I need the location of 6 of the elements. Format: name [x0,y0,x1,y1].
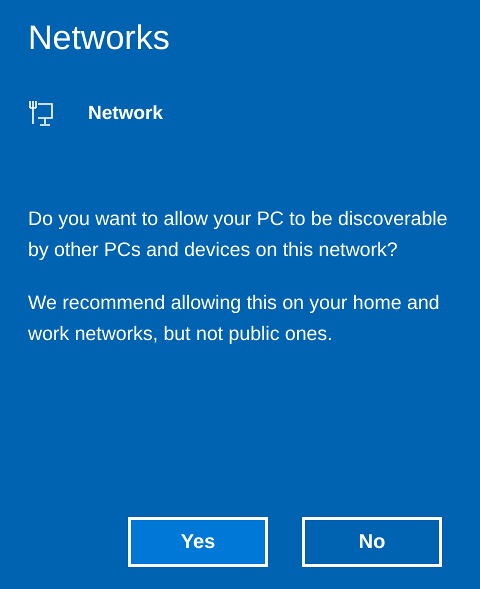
message-text: Do you want to allow your PC to be discoverable by other PCs and devices on this network? [28,207,448,263]
dialog-title: Networks [28,18,171,59]
yes-button[interactable]: Yes [128,517,268,567]
no-button[interactable]: No [302,517,442,567]
network-name: Network [88,103,163,125]
message-text: We recommend allowing this on your home and work networks, but not public ones. [28,291,441,347]
